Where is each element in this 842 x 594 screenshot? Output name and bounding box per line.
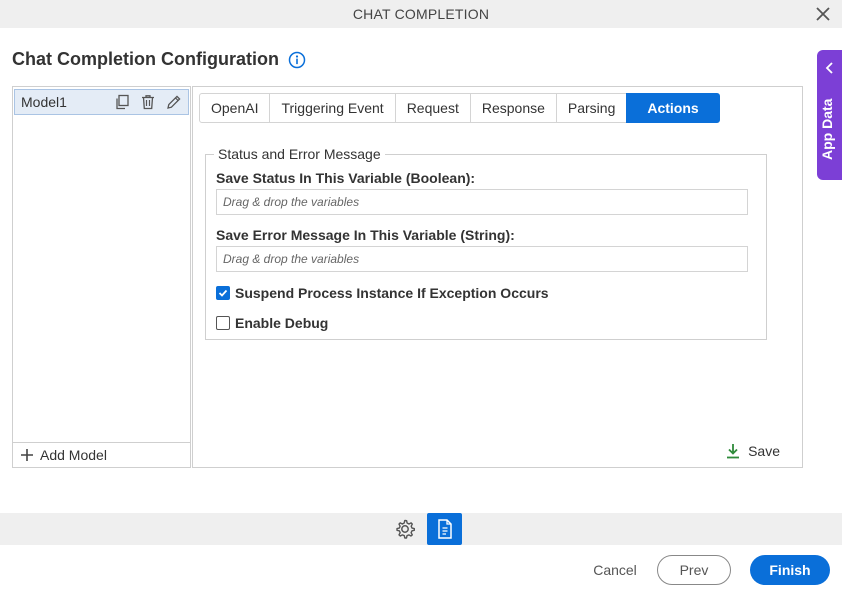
plus-icon [21, 449, 33, 461]
cancel-button[interactable]: Cancel [584, 555, 646, 585]
save-label: Save [748, 443, 780, 459]
tab-response[interactable]: Response [469, 93, 557, 123]
config-panel: OpenAI Triggering Event Request Response… [192, 86, 803, 468]
app-data-tab[interactable]: App Data [817, 50, 842, 180]
model-list-panel: Model1 Add Model [12, 86, 191, 468]
tab-request[interactable]: Request [394, 93, 471, 123]
add-model-label: Add Model [40, 447, 107, 463]
save-button[interactable]: Save [726, 443, 780, 459]
download-icon [727, 444, 740, 459]
status-variable-label: Save Status In This Variable (Boolean): [216, 170, 476, 186]
suspend-process-label: Suspend Process Instance If Exception Oc… [235, 285, 549, 301]
gear-icon[interactable] [394, 518, 416, 540]
enable-debug-checkbox[interactable] [216, 316, 230, 330]
section-title: Status and Error Message [214, 146, 385, 162]
prev-button[interactable]: Prev [657, 555, 731, 585]
status-error-section: Status and Error Message Save Status In … [205, 146, 767, 340]
dialog-titlebar: CHAT COMPLETION [0, 0, 842, 28]
page-heading: Chat Completion Configuration [12, 49, 306, 70]
suspend-process-checkbox[interactable] [216, 286, 230, 300]
chevron-left-icon [825, 62, 833, 74]
page-title: Chat Completion Configuration [12, 49, 279, 69]
close-icon[interactable] [814, 5, 832, 23]
error-variable-dropzone[interactable]: Drag & drop the variables [216, 246, 748, 272]
dialog-title: CHAT COMPLETION [352, 6, 490, 22]
add-model-button[interactable]: Add Model [13, 442, 190, 467]
pencil-icon[interactable] [166, 94, 182, 110]
error-variable-label: Save Error Message In This Variable (Str… [216, 227, 515, 243]
tab-parsing[interactable]: Parsing [555, 93, 628, 123]
app-data-label: App Data [819, 98, 835, 160]
tab-openai[interactable]: OpenAI [199, 93, 271, 123]
model-name: Model1 [21, 94, 67, 110]
tab-triggering-event[interactable]: Triggering Event [269, 93, 396, 123]
checkmark-icon [218, 289, 228, 297]
copy-icon[interactable] [114, 94, 130, 110]
tab-actions[interactable]: Actions [626, 93, 720, 123]
document-button[interactable] [427, 513, 462, 545]
trash-icon[interactable] [140, 94, 156, 110]
tab-bar: OpenAI Triggering Event Request Response… [199, 93, 720, 123]
info-icon[interactable] [288, 51, 306, 69]
enable-debug-label: Enable Debug [235, 315, 329, 331]
document-icon [437, 519, 452, 539]
bottom-toolbar [0, 513, 842, 545]
suspend-process-option[interactable]: Suspend Process Instance If Exception Oc… [216, 285, 549, 301]
status-variable-dropzone[interactable]: Drag & drop the variables [216, 189, 748, 215]
finish-button[interactable]: Finish [750, 555, 830, 585]
model-item[interactable]: Model1 [14, 89, 189, 115]
enable-debug-option[interactable]: Enable Debug [216, 315, 328, 331]
